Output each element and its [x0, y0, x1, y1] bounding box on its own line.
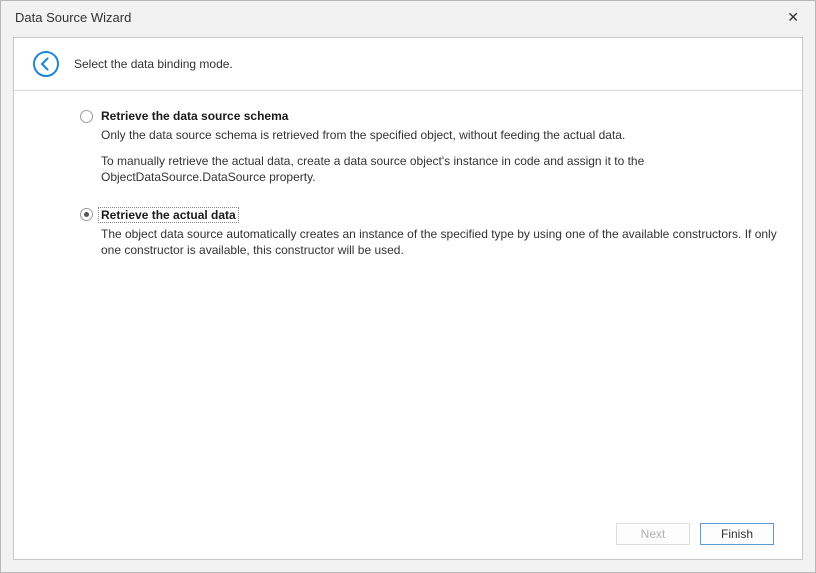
radio-schema[interactable]: [80, 110, 93, 123]
window-title: Data Source Wizard: [15, 10, 131, 25]
wizard-footer: Next Finish: [14, 513, 802, 559]
finish-button[interactable]: Finish: [700, 523, 774, 545]
close-icon[interactable]: ✕: [781, 7, 805, 28]
next-button: Next: [616, 523, 690, 545]
radio-actual[interactable]: [80, 208, 93, 221]
wizard-instruction: Select the data binding mode.: [74, 57, 233, 71]
option-schema: Retrieve the data source schema Only the…: [80, 109, 784, 186]
option-actual-title: Retrieve the actual data: [101, 208, 239, 222]
wizard-content: Retrieve the data source schema Only the…: [14, 91, 802, 513]
wizard-header: Select the data binding mode.: [14, 38, 802, 91]
focus-indicator: Retrieve the actual data: [98, 207, 239, 223]
wizard-window: Data Source Wizard ✕ Select the data bin…: [0, 0, 816, 573]
option-schema-desc2: To manually retrieve the actual data, cr…: [101, 153, 784, 185]
option-actual: Retrieve the actual data The object data…: [80, 208, 784, 258]
back-arrow-icon[interactable]: [32, 50, 60, 78]
titlebar: Data Source Wizard ✕: [1, 1, 815, 33]
option-actual-head[interactable]: Retrieve the actual data: [80, 208, 784, 222]
option-actual-desc1: The object data source automatically cre…: [101, 226, 784, 258]
option-schema-title: Retrieve the data source schema: [101, 109, 288, 123]
option-schema-desc1: Only the data source schema is retrieved…: [101, 127, 784, 143]
option-schema-head[interactable]: Retrieve the data source schema: [80, 109, 784, 123]
wizard-panel: Select the data binding mode. Retrieve t…: [13, 37, 803, 560]
